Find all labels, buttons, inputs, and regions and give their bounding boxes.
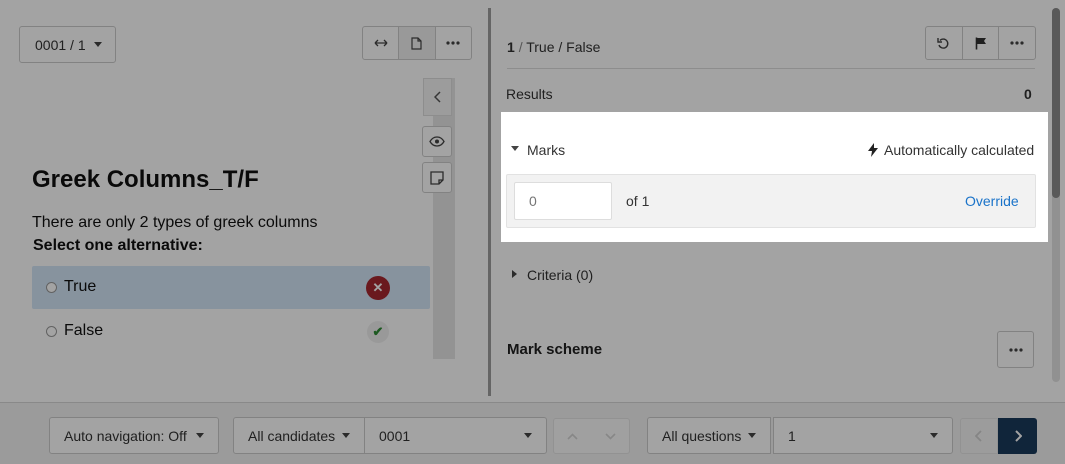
auto-calculated-label: Automatically calculated xyxy=(884,142,1035,158)
caret-down-icon[interactable] xyxy=(511,146,519,151)
auto-calculated-indicator: Automatically calculated xyxy=(868,142,1034,158)
override-link[interactable]: Override xyxy=(965,193,1019,209)
marks-total-label: of 1 xyxy=(626,193,650,209)
lightning-icon xyxy=(868,143,878,157)
overlay-dim xyxy=(0,242,1065,464)
overlay-dim xyxy=(0,112,501,242)
marks-toggle[interactable]: Marks xyxy=(527,142,565,158)
overlay-dim xyxy=(1048,112,1065,242)
marks-input[interactable] xyxy=(514,182,612,220)
overlay-dim xyxy=(0,0,1065,112)
